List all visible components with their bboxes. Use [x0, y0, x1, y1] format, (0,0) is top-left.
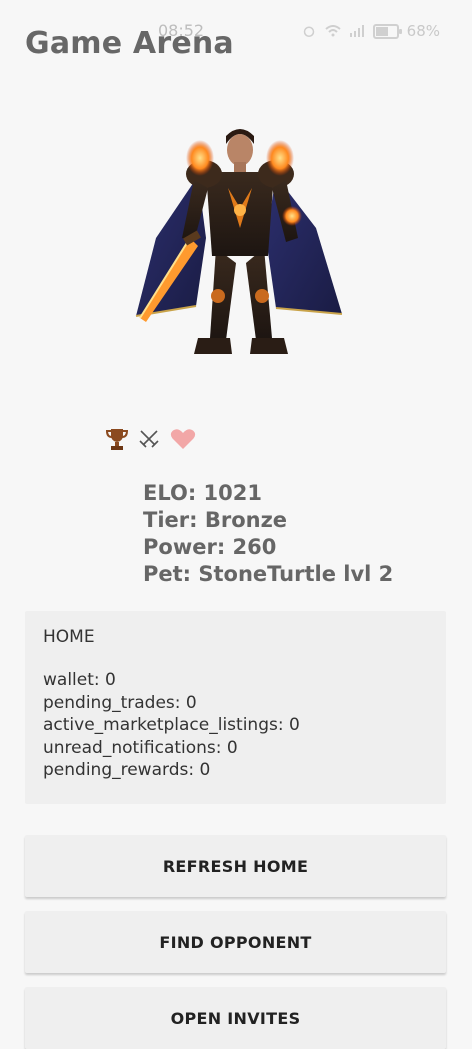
stat-elo: ELO: 1021: [143, 481, 262, 505]
status-icons: 68%: [301, 22, 440, 40]
badge-row: [106, 427, 196, 451]
crossed-swords-icon: [139, 430, 159, 448]
home-pending-trades: pending_trades: 0: [43, 692, 197, 713]
hero-image: [126, 88, 352, 374]
stat-power: Power: 260: [143, 535, 277, 559]
refresh-home-button[interactable]: REFRESH HOME: [25, 835, 446, 897]
trophy-icon: [106, 429, 128, 450]
app-title: Game Arena: [25, 26, 234, 61]
battery-percent: 68%: [406, 22, 440, 40]
signal-icon: [349, 25, 364, 37]
find-opponent-button[interactable]: FIND OPPONENT: [25, 911, 446, 973]
home-unread-notifications: unread_notifications: 0: [43, 737, 238, 758]
home-pending-rewards: pending_rewards: 0: [43, 760, 211, 780]
home-summary-card: HOME wallet: 0 pending_trades: 0 active_…: [25, 611, 446, 804]
stat-tier: Tier: Bronze: [143, 508, 288, 532]
battery-icon: [372, 23, 402, 39]
home-wallet: wallet: 0: [43, 670, 116, 690]
home-heading: HOME: [43, 627, 95, 647]
alarm-icon: [303, 26, 314, 37]
open-invites-button[interactable]: OPEN INVITES: [25, 987, 446, 1049]
home-active-listings: active_marketplace_listings: 0: [43, 715, 300, 735]
heart-icon: [170, 429, 196, 449]
wifi-icon: [325, 25, 341, 37]
player-stats: ELO: 1021 Tier: Bronze Power: 260 Pet: S…: [143, 480, 393, 588]
stat-pet: Pet: StoneTurtle lvl 2: [143, 562, 394, 586]
